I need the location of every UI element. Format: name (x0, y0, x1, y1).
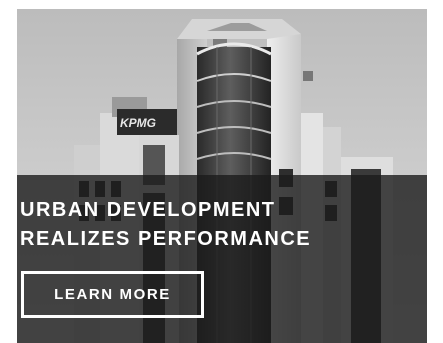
kpmg-sign: KPMG (120, 116, 156, 130)
learn-more-button[interactable]: LEARN MORE (21, 271, 204, 318)
headline-line-1: URBAN DEVELOPMENT (20, 199, 276, 221)
headline-line-2: REALIZES PERFORMANCE (20, 228, 312, 250)
hero-headline: URBAN DEVELOPMENT REALIZES PERFORMANCE (20, 196, 400, 254)
